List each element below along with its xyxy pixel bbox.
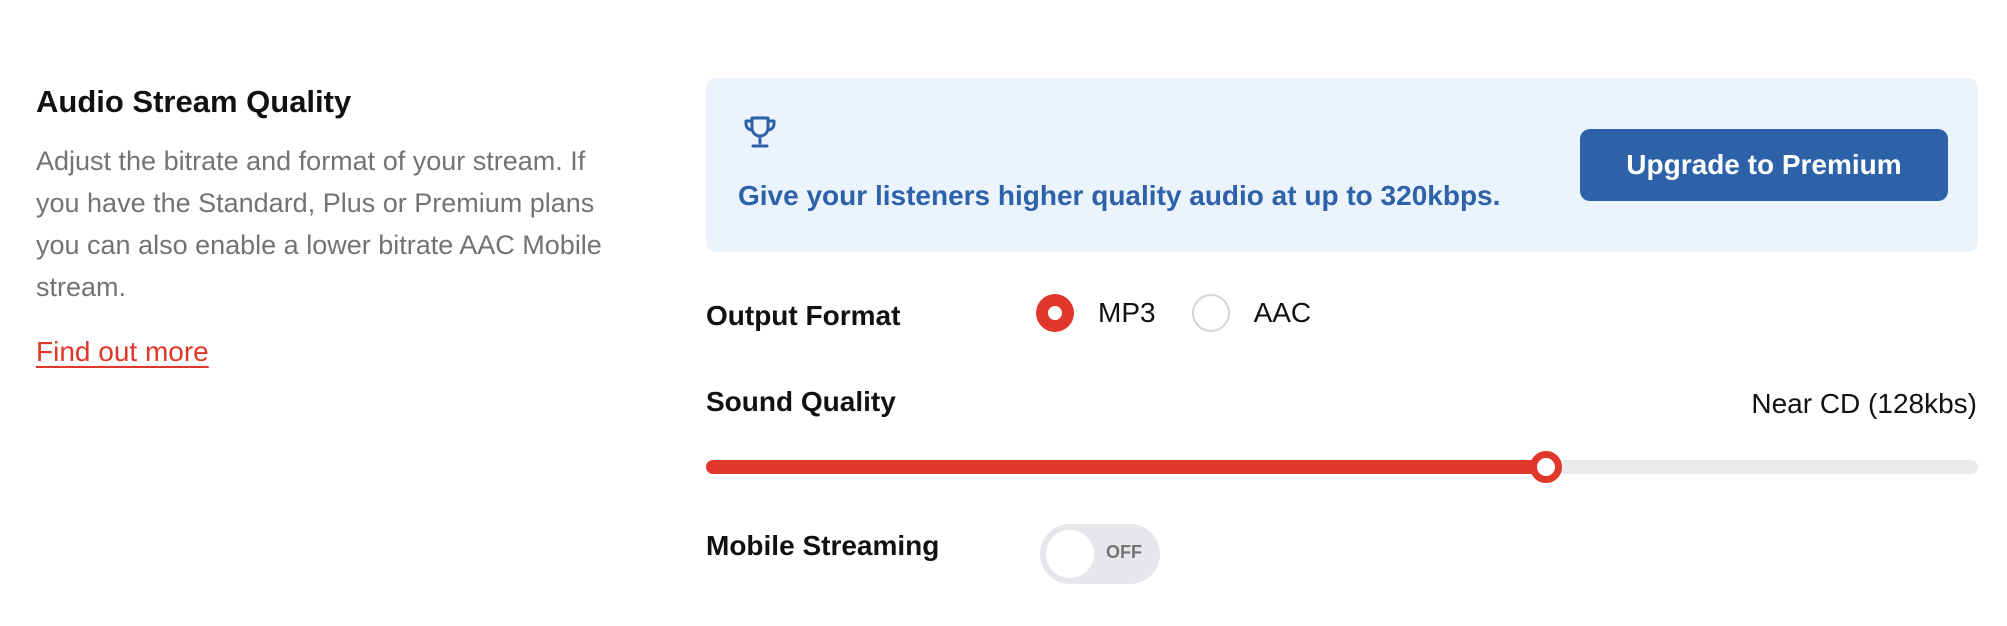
- output-format-label: Output Format: [706, 300, 901, 331]
- section-info: Audio Stream Quality Adjust the bitrate …: [36, 82, 636, 372]
- slider-thumb[interactable]: [1529, 451, 1562, 483]
- premium-upsell-banner: Give your listeners higher quality audio…: [706, 78, 1978, 252]
- radio-option-aac[interactable]: AAC: [1191, 294, 1312, 332]
- audio-stream-quality-settings: Audio Stream Quality Adjust the bitrate …: [0, 0, 2007, 626]
- radio-button-mp3[interactable]: [1036, 294, 1074, 332]
- radio-option-mp3[interactable]: MP3: [1036, 294, 1156, 332]
- trophy-icon: [744, 116, 776, 148]
- sound-quality-slider[interactable]: [706, 451, 1978, 483]
- output-format-radio-group: MP3 AAC: [1036, 292, 1311, 334]
- slider-fill: [706, 460, 1546, 474]
- section-description: Adjust the bitrate and format of your st…: [36, 146, 602, 302]
- banner-message: Give your listeners higher quality audio…: [738, 180, 1501, 211]
- radio-label-aac: AAC: [1253, 297, 1312, 328]
- mobile-streaming-toggle[interactable]: OFF: [1040, 524, 1160, 584]
- upgrade-to-premium-button[interactable]: Upgrade to Premium: [1580, 129, 1948, 201]
- toggle-knob: [1046, 530, 1094, 578]
- radio-label-mp3: MP3: [1098, 297, 1156, 328]
- sound-quality-label: Sound Quality: [706, 386, 896, 417]
- find-out-more-link[interactable]: Find out more: [36, 332, 209, 372]
- toggle-state-label: OFF: [1106, 542, 1142, 562]
- sound-quality-value: Near CD (128kbs): [1751, 388, 1977, 419]
- mobile-streaming-label: Mobile Streaming: [706, 530, 940, 561]
- radio-button-aac[interactable]: [1191, 294, 1230, 332]
- section-title: Audio Stream Quality: [36, 84, 352, 119]
